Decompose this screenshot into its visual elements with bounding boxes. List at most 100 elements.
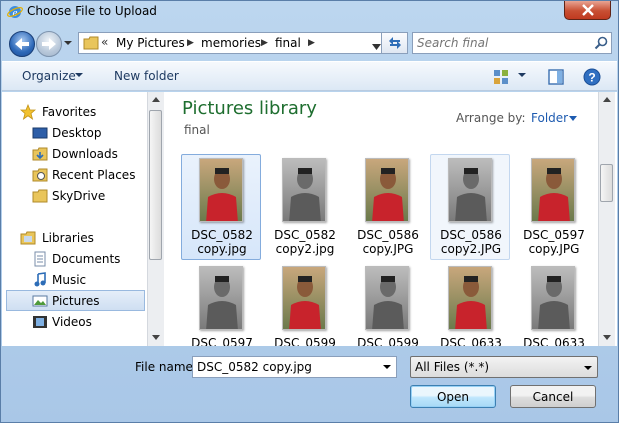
new-folder-button[interactable]: New folder [114, 69, 179, 83]
file-name-line1: DSC_0599 [357, 336, 419, 346]
search-icon[interactable] [594, 36, 608, 50]
nav-desktop-label: Desktop [52, 126, 102, 140]
breadcrumb-separator-icon[interactable]: ▶ [261, 38, 268, 48]
refresh-button[interactable] [381, 32, 408, 54]
nav-recent-places-label: Recent Places [52, 168, 136, 182]
scrollbar-thumb[interactable] [600, 164, 613, 202]
open-button[interactable]: Open [410, 385, 496, 408]
navigation-pane: Favorites Desktop Downloads Recent Place… [2, 92, 147, 346]
breadcrumb-separator-icon[interactable]: ▶ [308, 38, 315, 48]
folder-icon [83, 36, 99, 50]
skydrive-folder-icon [32, 189, 48, 203]
file-type-select[interactable]: All Files (*.*) [410, 356, 598, 378]
search-input[interactable] [417, 35, 587, 51]
help-icon[interactable]: ? [583, 68, 601, 86]
file-tile[interactable]: DSC_0633 [430, 262, 510, 346]
file-tile[interactable]: DSC_0586 copy.JPG [347, 154, 427, 260]
file-tile[interactable]: DSC_0599 [264, 262, 344, 346]
file-list-pane: Pictures library final Arrange by: Folde… [165, 92, 597, 346]
file-name-line1: DSC_0633 [440, 336, 502, 346]
breadcrumb-memories[interactable]: memories [201, 36, 261, 50]
arrow-right-icon [42, 38, 56, 50]
photo-thumbnail [282, 158, 326, 222]
title-bar[interactable]: e Choose File to Upload [1, 1, 618, 25]
preview-pane-icon[interactable] [548, 69, 564, 85]
person-photo-icon [372, 276, 404, 329]
file-name-text: DSC_0599 [265, 336, 345, 346]
file-tile[interactable]: DSC_0582 copy2.jpg [264, 154, 344, 260]
file-tile[interactable]: DSC_0599 [347, 262, 427, 346]
file-name-line1: DSC_0586 [440, 228, 502, 242]
file-name-text: DSC_0597 [182, 336, 262, 346]
photo-thumbnail [448, 158, 492, 222]
file-name-line2: copy2.JPG [440, 242, 502, 256]
scroll-down-arrow-icon[interactable] [603, 335, 611, 340]
organize-button[interactable]: Organize [22, 69, 76, 83]
music-icon [34, 272, 46, 287]
person-photo-icon [289, 168, 321, 221]
file-name-text: DSC_0633 [514, 336, 594, 346]
scroll-up-arrow-icon[interactable] [152, 97, 160, 102]
breadcrumb-my-pictures[interactable]: My Pictures [116, 36, 185, 50]
photo-thumbnail [199, 266, 243, 330]
scrollbar-thumb[interactable] [149, 110, 162, 260]
scroll-up-arrow-icon[interactable] [603, 97, 611, 102]
star-icon [20, 104, 36, 120]
chevron-down-icon [383, 365, 391, 369]
breadcrumb-final[interactable]: final [275, 36, 301, 50]
navigation-scrollbar[interactable] [147, 92, 164, 346]
arrange-dropdown-icon[interactable] [569, 116, 577, 121]
file-name-line1: DSC_0597 [191, 336, 253, 346]
photo-thumbnail [282, 266, 326, 330]
recent-places-icon [32, 168, 48, 182]
scroll-down-arrow-icon[interactable] [152, 335, 160, 340]
file-name-text: DSC_0582 copy.jpg [182, 228, 262, 256]
back-button[interactable] [9, 31, 35, 57]
overflow-chevron-icon[interactable]: « [101, 35, 108, 49]
file-tile[interactable]: DSC_0597 [181, 262, 261, 346]
cancel-button[interactable]: Cancel [510, 385, 596, 408]
file-tile[interactable]: DSC_0582 copy.jpg [181, 154, 261, 260]
nav-libraries[interactable]: Libraries [6, 228, 146, 248]
person-photo-icon [538, 168, 570, 221]
photo-thumbnail [365, 266, 409, 330]
file-type-dropdown-button[interactable] [580, 359, 596, 377]
photo-thumbnail [531, 158, 575, 222]
file-tile[interactable]: DSC_0597 copy.JPG [513, 154, 593, 260]
arrow-left-icon [15, 38, 29, 50]
breadcrumb-separator-icon[interactable]: ▶ [187, 38, 194, 48]
nav-skydrive-label: SkyDrive [52, 189, 106, 203]
window-title: Choose File to Upload [27, 4, 157, 18]
file-list-scrollbar[interactable] [598, 92, 615, 346]
search-box[interactable] [412, 32, 612, 54]
file-name-line2: copy.JPG [528, 242, 580, 256]
arrange-by-dropdown[interactable]: Folder [531, 111, 568, 125]
forward-button[interactable] [36, 31, 62, 57]
person-photo-icon [455, 276, 487, 329]
address-dropdown-icon[interactable] [372, 39, 381, 53]
view-options-icon[interactable] [493, 69, 509, 85]
file-name-combo[interactable] [192, 356, 397, 378]
file-dialog-window: e Choose File to Upload « My Pictures ▶ … [0, 0, 619, 423]
file-name-input[interactable] [197, 359, 375, 375]
person-photo-icon [372, 168, 404, 221]
svg-text:?: ? [588, 71, 595, 85]
dialog-body: Favorites Desktop Downloads Recent Place… [2, 92, 617, 346]
nav-pictures[interactable]: Pictures [6, 290, 145, 311]
photo-thumbnail [365, 158, 409, 222]
file-name-line1: DSC_0597 [523, 228, 585, 242]
file-tile[interactable]: DSC_0586 copy2.JPG [430, 154, 510, 260]
file-tile[interactable]: DSC_0633 [513, 262, 593, 346]
file-name-line1: DSC_0599 [274, 336, 336, 346]
organize-dropdown-icon[interactable] [75, 73, 83, 77]
file-name-dropdown-button[interactable] [379, 358, 395, 376]
nav-favorites[interactable]: Favorites [6, 102, 146, 122]
file-name-line2: copy.jpg [197, 242, 247, 256]
file-type-value: All Files (*.*) [415, 360, 490, 374]
recent-pages-dropdown-icon[interactable] [63, 39, 73, 47]
close-button[interactable] [564, 1, 611, 20]
view-dropdown-icon[interactable] [518, 73, 526, 77]
arrange-by-label: Arrange by: [456, 111, 526, 125]
videos-icon [33, 316, 47, 328]
address-bar[interactable]: « My Pictures ▶ memories ▶ final ▶ [78, 32, 408, 54]
